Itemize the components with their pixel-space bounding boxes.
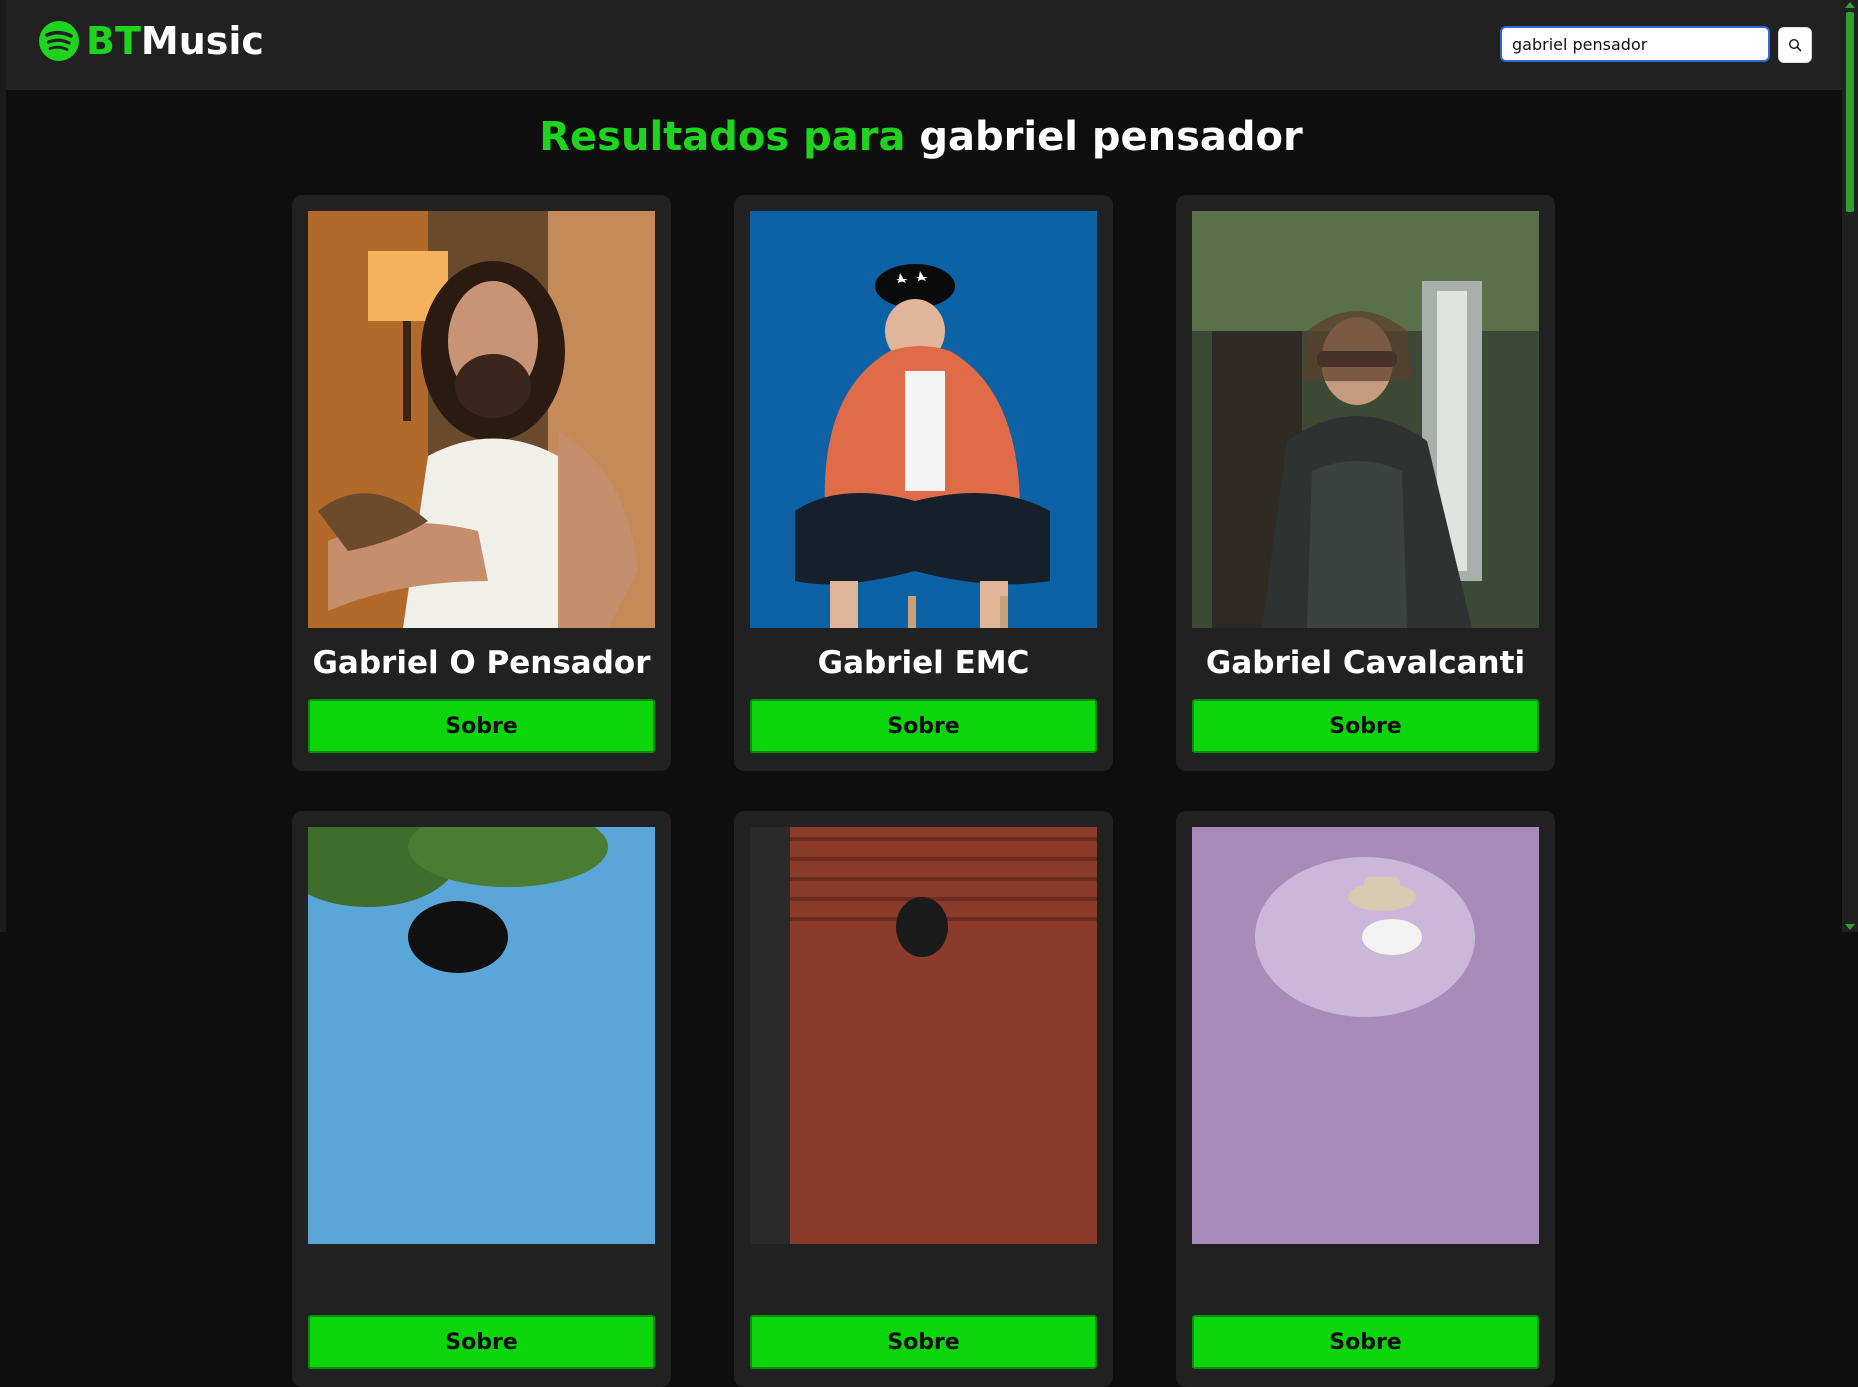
scrollbar[interactable] bbox=[1842, 0, 1858, 932]
page-title: Resultados para gabriel pensador bbox=[0, 114, 1842, 160]
about-button[interactable]: Sobre bbox=[308, 1315, 655, 1369]
artist-photo-image bbox=[750, 827, 1097, 1244]
scroll-up-arrow[interactable] bbox=[1845, 2, 1855, 8]
artist-photo-image bbox=[308, 827, 655, 1244]
about-button[interactable]: Sobre bbox=[1192, 699, 1539, 753]
about-button[interactable]: Sobre bbox=[1192, 1315, 1539, 1369]
artist-card: Gabriel EMC Sobre bbox=[734, 195, 1113, 771]
artist-card: Sobre bbox=[734, 811, 1113, 1387]
artist-name: Gabriel EMC bbox=[817, 645, 1030, 681]
artist-name: Gabriel O Pensador bbox=[312, 645, 651, 681]
about-button[interactable]: Sobre bbox=[750, 1315, 1097, 1369]
scroll-thumb[interactable] bbox=[1846, 12, 1854, 212]
artist-photo[interactable] bbox=[308, 827, 655, 1244]
artist-photo[interactable] bbox=[1192, 211, 1539, 628]
artist-card: Gabriel Cavalcanti Sobre bbox=[1176, 195, 1555, 771]
search-button[interactable] bbox=[1778, 27, 1812, 63]
about-button[interactable]: Sobre bbox=[308, 699, 655, 753]
title-prefix: Resultados para bbox=[539, 114, 906, 160]
artist-photo[interactable] bbox=[1192, 827, 1539, 1244]
logo-text: BTMusic bbox=[86, 19, 264, 63]
artist-photo[interactable] bbox=[750, 827, 1097, 1244]
scroll-down-arrow[interactable] bbox=[1845, 924, 1855, 930]
logo-suffix: Music bbox=[140, 19, 264, 63]
artist-photo-image bbox=[308, 211, 655, 628]
about-button[interactable]: Sobre bbox=[750, 699, 1097, 753]
title-query: gabriel pensador bbox=[919, 114, 1303, 160]
search-bar bbox=[1500, 26, 1812, 63]
artist-card: Sobre bbox=[1176, 811, 1555, 1387]
spotify-like-icon bbox=[39, 21, 79, 61]
artist-grid: Gabriel O Pensador Sobre Gabriel EMC Sob… bbox=[292, 195, 1555, 1387]
artist-card: Gabriel O Pensador Sobre bbox=[292, 195, 671, 771]
artist-card: Sobre bbox=[292, 811, 671, 1387]
search-input[interactable] bbox=[1500, 26, 1770, 62]
header: BTMusic bbox=[6, 0, 1842, 90]
artist-photo[interactable] bbox=[750, 211, 1097, 628]
artist-photo-image bbox=[1192, 211, 1539, 628]
logo-prefix: BT bbox=[86, 19, 141, 63]
logo[interactable]: BTMusic bbox=[38, 18, 264, 64]
artist-photo[interactable] bbox=[308, 211, 655, 628]
search-icon bbox=[1788, 38, 1802, 52]
artist-name: Gabriel Cavalcanti bbox=[1205, 645, 1526, 681]
artist-photo-image bbox=[1192, 827, 1539, 1244]
artist-photo-image bbox=[750, 211, 1097, 628]
